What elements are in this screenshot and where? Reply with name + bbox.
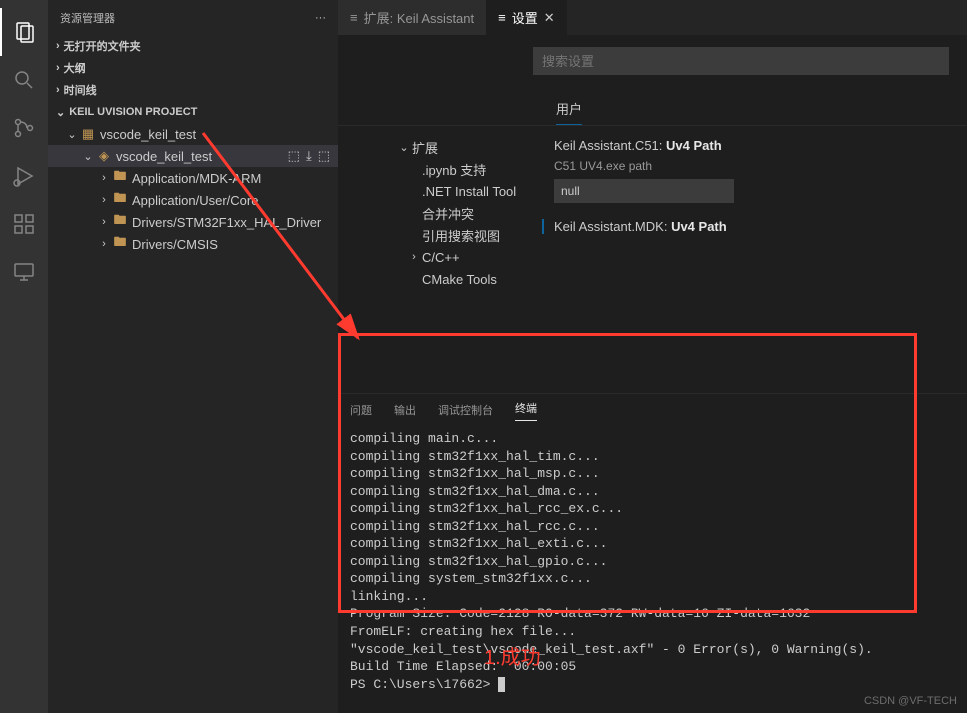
tab-label: 设置 bbox=[512, 8, 538, 27]
folder-icon: 🖿 bbox=[112, 211, 128, 233]
settings-nav-item[interactable]: .NET Install Tool bbox=[338, 180, 538, 202]
chevron-right-icon: › bbox=[56, 62, 60, 74]
section-no-open-folder[interactable]: › 无打开的文件夹 bbox=[48, 35, 338, 57]
activity-bar bbox=[0, 0, 48, 713]
folder-icon: 🖿 bbox=[112, 233, 128, 255]
panel-tabs: 问题 输出 调试控制台 终端 bbox=[338, 394, 967, 426]
settings-search-input[interactable] bbox=[533, 47, 949, 75]
tree-target[interactable]: ⌄ ◈ vscode_keil_test ⬚ ⤓ ⬚ bbox=[48, 145, 338, 167]
chevron-right-icon: › bbox=[56, 40, 60, 52]
target-icon: ◈ bbox=[96, 148, 112, 164]
close-icon[interactable]: ✕ bbox=[544, 10, 555, 26]
list-icon: ≡ bbox=[498, 10, 506, 25]
remote-icon[interactable] bbox=[0, 248, 48, 296]
settings-nav-ccpp[interactable]: › C/C++ bbox=[338, 246, 538, 268]
main-area: ≡ 扩展: Keil Assistant ≡ 设置 ✕ 用户 ⌄ 扩展 bbox=[338, 0, 967, 713]
settings-nav-extensions[interactable]: ⌄ 扩展 bbox=[338, 136, 538, 158]
tree-folder[interactable]: › 🖿 Application/User/Core bbox=[48, 189, 338, 211]
chevron-down-icon: ⌄ bbox=[396, 141, 412, 154]
explorer-icon[interactable] bbox=[0, 8, 48, 56]
chevron-down-icon: ⌄ bbox=[80, 150, 96, 163]
settings-search bbox=[533, 47, 949, 75]
tree-project[interactable]: ⌄ ▦ vscode_keil_test bbox=[48, 123, 338, 145]
source-control-icon[interactable] bbox=[0, 104, 48, 152]
setting-c51-uv4-path-input[interactable] bbox=[554, 179, 734, 203]
chevron-right-icon: › bbox=[96, 216, 112, 228]
search-icon[interactable] bbox=[0, 56, 48, 104]
settings-nav: ⌄ 扩展 .ipynb 支持 .NET Install Tool 合并冲突 引用… bbox=[338, 126, 538, 393]
sidebar-header: 资源管理器 ··· bbox=[48, 0, 338, 35]
terminal-output[interactable]: compiling main.c... compiling stm32f1xx_… bbox=[338, 426, 967, 713]
chevron-down-icon: ⌄ bbox=[64, 128, 80, 141]
section-timeline[interactable]: › 时间线 bbox=[48, 79, 338, 101]
list-icon: ≡ bbox=[350, 10, 358, 25]
section-outline[interactable]: › 大纲 bbox=[48, 57, 338, 79]
extensions-icon[interactable] bbox=[0, 200, 48, 248]
chevron-right-icon: › bbox=[96, 238, 112, 250]
more-icon[interactable]: ··· bbox=[315, 12, 326, 24]
settings-tab-user[interactable]: 用户 bbox=[556, 93, 582, 125]
folder-icon: 🖿 bbox=[112, 167, 128, 189]
settings-nav-item[interactable]: .ipynb 支持 bbox=[338, 158, 538, 180]
sidebar: 资源管理器 ··· › 无打开的文件夹 › 大纲 › 时间线 ⌄ KEIL UV… bbox=[48, 0, 338, 713]
run-debug-icon[interactable] bbox=[0, 152, 48, 200]
chevron-right-icon: › bbox=[56, 84, 60, 96]
settings-nav-item[interactable]: 合并冲突 bbox=[338, 202, 538, 224]
tree-folder[interactable]: › 🖿 Drivers/CMSIS bbox=[48, 233, 338, 255]
panel-tab-debug-console[interactable]: 调试控制台 bbox=[438, 402, 493, 418]
chevron-right-icon: › bbox=[96, 172, 112, 184]
chevron-right-icon: › bbox=[96, 194, 112, 206]
rebuild-icon[interactable]: ⬚ bbox=[318, 148, 330, 164]
settings-scope-tabs: 用户 bbox=[338, 93, 967, 126]
tab-extension-keil-assistant[interactable]: ≡ 扩展: Keil Assistant bbox=[338, 0, 486, 35]
settings-nav-item[interactable]: 引用搜索视图 bbox=[338, 224, 538, 246]
folder-icon: 🖿 bbox=[112, 189, 128, 211]
chevron-down-icon: ⌄ bbox=[56, 106, 65, 119]
section-keil-project[interactable]: ⌄ KEIL UVISION PROJECT bbox=[48, 101, 338, 123]
editor-tabs: ≡ 扩展: Keil Assistant ≡ 设置 ✕ bbox=[338, 0, 967, 35]
setting-mdk-uv4-path: Keil Assistant.MDK: Uv4 Path bbox=[542, 219, 949, 234]
build-icon[interactable]: ⬚ bbox=[288, 148, 300, 164]
panel-area: 问题 输出 调试控制台 终端 compiling main.c... compi… bbox=[338, 393, 967, 713]
watermark: CSDN @VF-TECH bbox=[864, 695, 957, 707]
settings-panel: Keil Assistant.C51: Uv4 Path C51 UV4.exe… bbox=[538, 126, 967, 393]
tree-folder[interactable]: › 🖿 Drivers/STM32F1xx_HAL_Driver bbox=[48, 211, 338, 233]
download-icon[interactable]: ⤓ bbox=[306, 148, 312, 164]
chevron-right-icon: › bbox=[406, 251, 422, 263]
project-icon: ▦ bbox=[80, 126, 96, 142]
panel-tab-output[interactable]: 输出 bbox=[394, 402, 416, 418]
panel-tab-terminal[interactable]: 终端 bbox=[515, 400, 537, 421]
sidebar-title: 资源管理器 bbox=[60, 10, 115, 26]
tree-folder[interactable]: › 🖿 Application/MDK-ARM bbox=[48, 167, 338, 189]
annotation-label-success: 1.成功 bbox=[484, 641, 541, 670]
tab-settings[interactable]: ≡ 设置 ✕ bbox=[486, 0, 567, 35]
setting-c51-uv4-path: Keil Assistant.C51: Uv4 Path C51 UV4.exe… bbox=[542, 138, 949, 203]
panel-tab-problems[interactable]: 问题 bbox=[350, 402, 372, 418]
settings-nav-cmake[interactable]: CMake Tools bbox=[338, 268, 538, 290]
tab-label: 扩展: Keil Assistant bbox=[364, 8, 475, 27]
